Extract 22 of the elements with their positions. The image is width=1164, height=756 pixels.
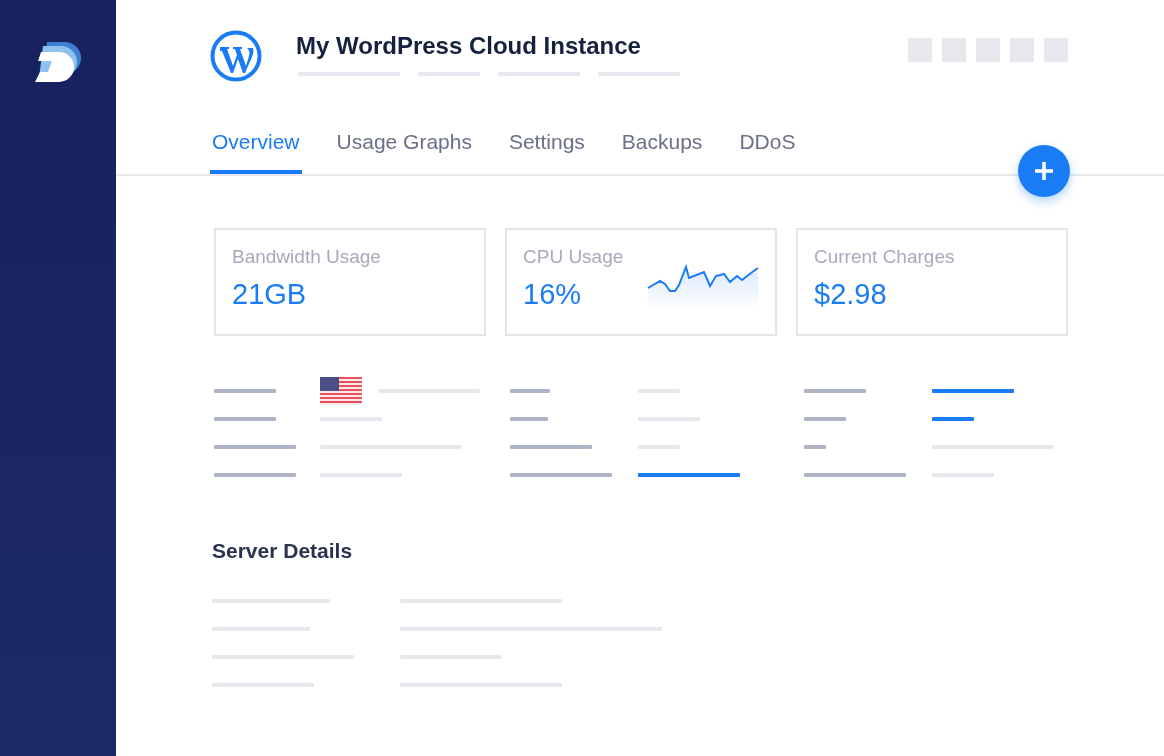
tab[interactable]: DDoS	[737, 130, 798, 174]
placeholder-square	[976, 38, 1000, 62]
tab[interactable]: Settings	[506, 130, 587, 174]
instance-title: My WordPress Cloud Instance	[296, 31, 642, 61]
placeholder-square	[908, 38, 932, 62]
stat-label: Bandwidth Usage	[232, 246, 382, 268]
stat-value: 16%	[523, 278, 583, 311]
tab[interactable]: Usage Graphs	[334, 130, 474, 174]
plus-icon	[1034, 161, 1054, 181]
stat-label: Current Charges	[814, 246, 956, 268]
tab[interactable]: Overview	[210, 130, 302, 174]
placeholder-square	[1010, 38, 1034, 62]
tab[interactable]: Backups	[619, 130, 705, 174]
placeholder-square	[1044, 38, 1068, 62]
flag-icon	[320, 377, 362, 405]
stat-value: 21GB	[232, 278, 308, 311]
add-button[interactable]	[1018, 145, 1070, 197]
stat-label: CPU Usage	[523, 246, 625, 268]
stat-value: $2.98	[814, 278, 888, 311]
wordpress-logo-icon	[210, 30, 262, 82]
section-heading: Server Details	[212, 539, 354, 563]
placeholder-square	[942, 38, 966, 62]
